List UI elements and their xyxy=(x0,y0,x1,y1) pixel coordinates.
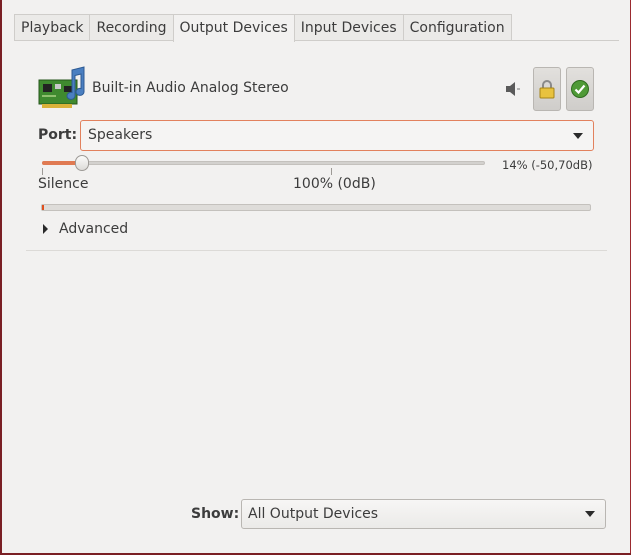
set-default-button[interactable] xyxy=(566,67,594,111)
show-value: All Output Devices xyxy=(248,506,379,522)
tab-recording[interactable]: Recording xyxy=(89,14,174,41)
volume-tick-silence xyxy=(42,168,43,175)
checkmark-icon xyxy=(571,80,589,98)
peak-meter-fill xyxy=(42,205,44,210)
volume-mark-silence: Silence xyxy=(38,176,89,192)
tab-configuration[interactable]: Configuration xyxy=(402,14,512,41)
tab-bar: Playback Recording Output Devices Input … xyxy=(14,14,512,42)
advanced-label: Advanced xyxy=(59,221,129,237)
tab-playback[interactable]: Playback xyxy=(14,14,91,41)
volume-slider-track[interactable] xyxy=(42,161,485,165)
speaker-muted-icon[interactable] xyxy=(505,80,521,98)
expander-arrow-icon xyxy=(43,224,48,234)
tab-output-devices[interactable]: Output Devices xyxy=(172,14,295,42)
advanced-expander[interactable]: Advanced xyxy=(43,221,128,237)
lock-channels-button[interactable] xyxy=(533,67,561,111)
audio-card-icon xyxy=(38,66,85,108)
volume-tick-100 xyxy=(331,168,332,175)
port-select[interactable]: Speakers xyxy=(80,120,594,151)
volume-slider-thumb[interactable] xyxy=(75,155,90,171)
volume-value: 14% (-50,70dB) xyxy=(502,158,593,172)
show-label: Show: xyxy=(191,506,240,522)
show-select[interactable]: All Output Devices xyxy=(241,499,606,529)
dropdown-arrow-icon xyxy=(585,511,595,517)
tab-divider xyxy=(14,40,619,41)
port-value: Speakers xyxy=(88,127,153,143)
tab-input-devices[interactable]: Input Devices xyxy=(293,14,404,41)
dropdown-arrow-icon xyxy=(573,133,583,139)
port-label: Port: xyxy=(38,127,78,143)
peak-meter xyxy=(41,204,591,211)
window-border-left xyxy=(0,0,2,555)
lock-icon xyxy=(539,80,555,99)
device-separator xyxy=(26,250,607,251)
volume-mark-100: 100% (0dB) xyxy=(293,176,376,192)
device-name: Built-in Audio Analog Stereo xyxy=(92,80,289,96)
